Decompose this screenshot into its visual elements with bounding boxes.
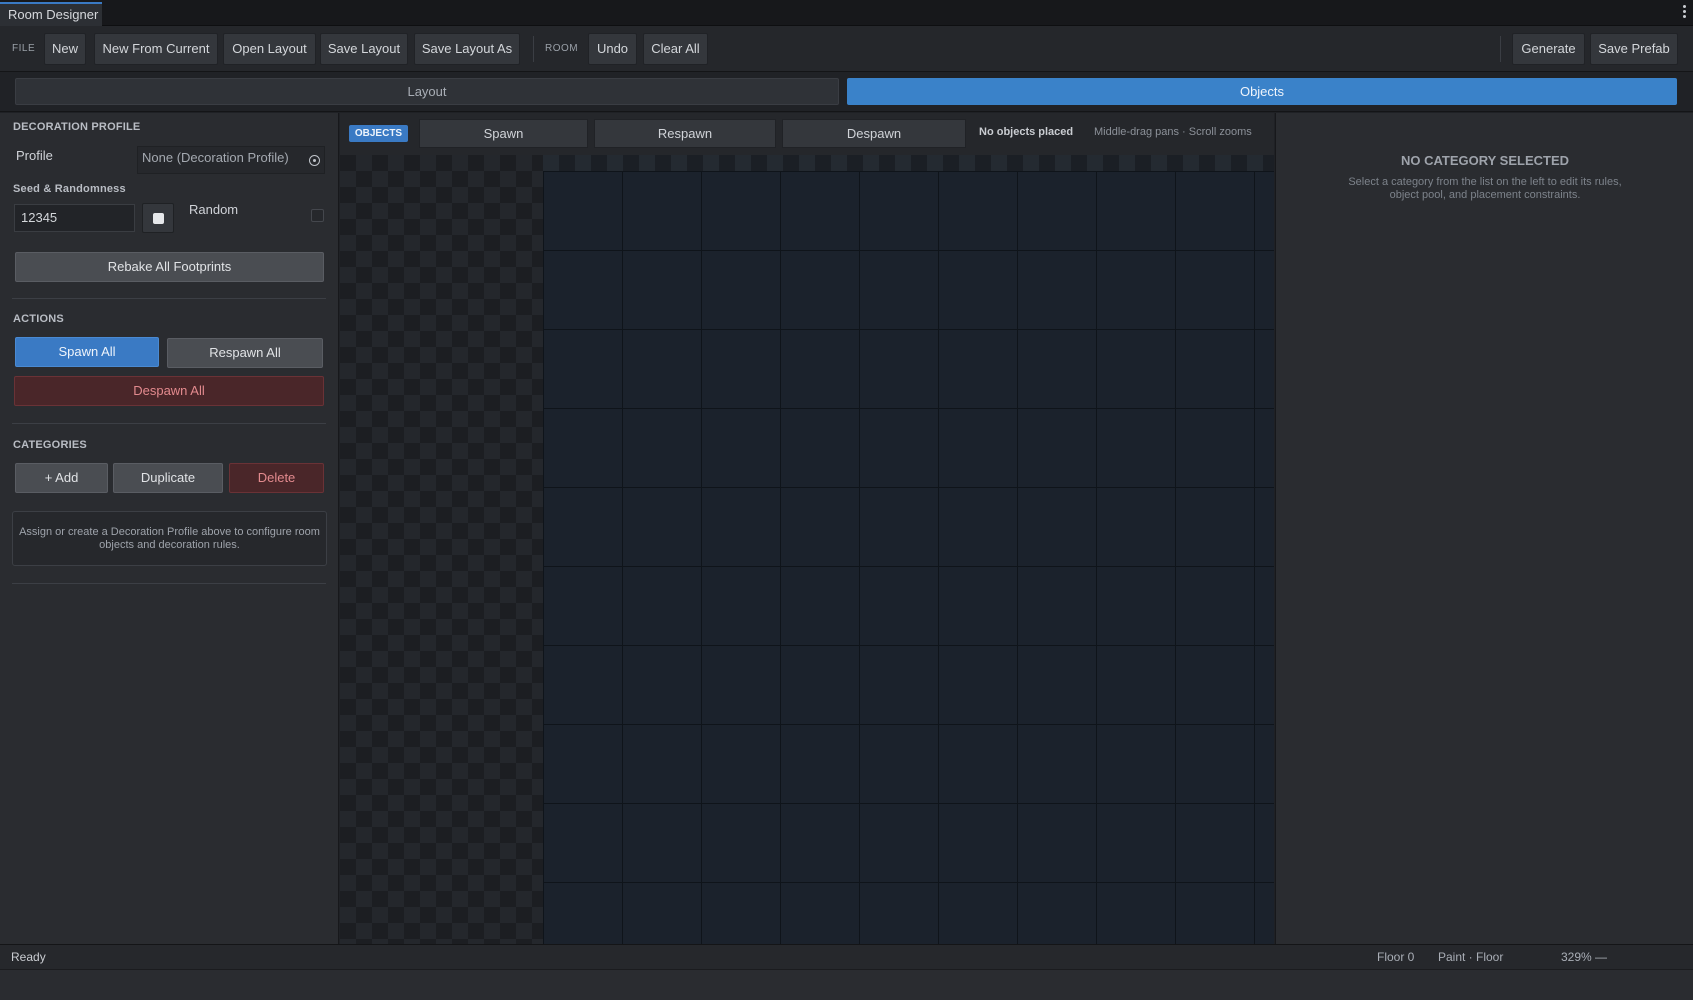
decoration-profile-title: DECORATION PROFILE bbox=[13, 121, 141, 133]
despawn-button[interactable]: Despawn bbox=[782, 119, 966, 148]
rebake-footprints-button[interactable]: Rebake All Footprints bbox=[15, 252, 324, 282]
new-button[interactable]: New bbox=[44, 33, 86, 65]
category-inspector: NO CATEGORY SELECTED Select a category f… bbox=[1275, 113, 1693, 944]
objects-toolbar: OBJECTS Spawn Respawn Despawn No objects… bbox=[340, 113, 1274, 155]
room-group-label: ROOM bbox=[545, 43, 579, 54]
left-panel: DECORATION PROFILE Profile None (Decorat… bbox=[0, 113, 339, 944]
open-layout-button[interactable]: Open Layout bbox=[223, 33, 316, 65]
save-layout-as-button[interactable]: Save Layout As bbox=[414, 33, 520, 65]
random-label: Random bbox=[189, 202, 239, 217]
spawn-all-button[interactable]: Spawn All bbox=[15, 337, 159, 367]
objects-badge: OBJECTS bbox=[349, 125, 408, 142]
more-vertical-icon[interactable] bbox=[1681, 3, 1687, 21]
section-divider bbox=[12, 423, 326, 424]
file-group-label: FILE bbox=[12, 43, 36, 54]
tab-objects[interactable]: Objects bbox=[847, 78, 1677, 105]
randomize-seed-button[interactable] bbox=[142, 203, 174, 233]
paint-mode-indicator: Paint · Floor bbox=[1438, 950, 1504, 964]
toolbar-divider bbox=[1500, 36, 1501, 62]
section-divider bbox=[12, 298, 326, 299]
inspector-empty-title: NO CATEGORY SELECTED bbox=[1400, 153, 1570, 168]
generate-button[interactable]: Generate bbox=[1512, 33, 1585, 65]
profile-hint-box: Assign or create a Decoration Profile ab… bbox=[12, 511, 327, 566]
inspector-empty-description: Select a category from the list on the l… bbox=[1348, 176, 1622, 201]
target-picker-icon[interactable] bbox=[309, 155, 320, 166]
delete-category-button[interactable]: Delete bbox=[229, 463, 324, 493]
grid-ruler bbox=[543, 155, 1274, 171]
floor-indicator: Floor 0 bbox=[1377, 950, 1415, 964]
despawn-all-button[interactable]: Despawn All bbox=[14, 376, 324, 406]
profile-label: Profile bbox=[16, 148, 53, 163]
placement-status: No objects placed bbox=[979, 126, 1074, 138]
navigation-hint: Middle-drag pans · Scroll zooms bbox=[1094, 126, 1252, 138]
profile-value: None (Decoration Profile) bbox=[142, 150, 289, 165]
undo-button[interactable]: Undo bbox=[588, 33, 637, 65]
section-divider bbox=[12, 583, 326, 584]
seed-section-title: Seed & Randomness bbox=[13, 183, 126, 195]
random-checkbox[interactable] bbox=[311, 209, 324, 222]
profile-hint-text: Assign or create a Decoration Profile ab… bbox=[19, 526, 320, 551]
dice-icon bbox=[153, 213, 164, 224]
mode-tab-bar: Layout Objects bbox=[0, 72, 1693, 112]
bottom-strip bbox=[0, 969, 1693, 1000]
respawn-all-button[interactable]: Respawn All bbox=[167, 338, 323, 368]
profile-field[interactable]: None (Decoration Profile) bbox=[137, 146, 325, 174]
main-toolbar: FILE New New From Current Open Layout Sa… bbox=[0, 26, 1693, 72]
duplicate-category-button[interactable]: Duplicate bbox=[113, 463, 223, 493]
status-text: Ready bbox=[11, 950, 46, 964]
spawn-button[interactable]: Spawn bbox=[419, 119, 588, 148]
save-layout-button[interactable]: Save Layout bbox=[320, 33, 408, 65]
respawn-button[interactable]: Respawn bbox=[594, 119, 776, 148]
room-grid[interactable] bbox=[543, 171, 1274, 944]
seed-input[interactable]: 12345 bbox=[14, 204, 135, 232]
tab-layout[interactable]: Layout bbox=[15, 78, 839, 105]
new-from-current-button[interactable]: New From Current bbox=[94, 33, 218, 65]
window-tab[interactable]: Room Designer bbox=[0, 2, 102, 26]
categories-title: CATEGORIES bbox=[13, 439, 87, 451]
title-bar: Room Designer bbox=[0, 0, 1693, 26]
clear-all-button[interactable]: Clear All bbox=[643, 33, 708, 65]
status-bar: Ready Floor 0 Paint · Floor 329% — bbox=[0, 944, 1693, 969]
room-canvas[interactable] bbox=[340, 155, 1274, 944]
save-prefab-button[interactable]: Save Prefab bbox=[1590, 33, 1678, 65]
zoom-indicator: 329% — bbox=[1561, 950, 1608, 964]
actions-title: ACTIONS bbox=[13, 313, 64, 325]
toolbar-divider bbox=[533, 36, 534, 62]
add-category-button[interactable]: + Add bbox=[15, 463, 108, 493]
